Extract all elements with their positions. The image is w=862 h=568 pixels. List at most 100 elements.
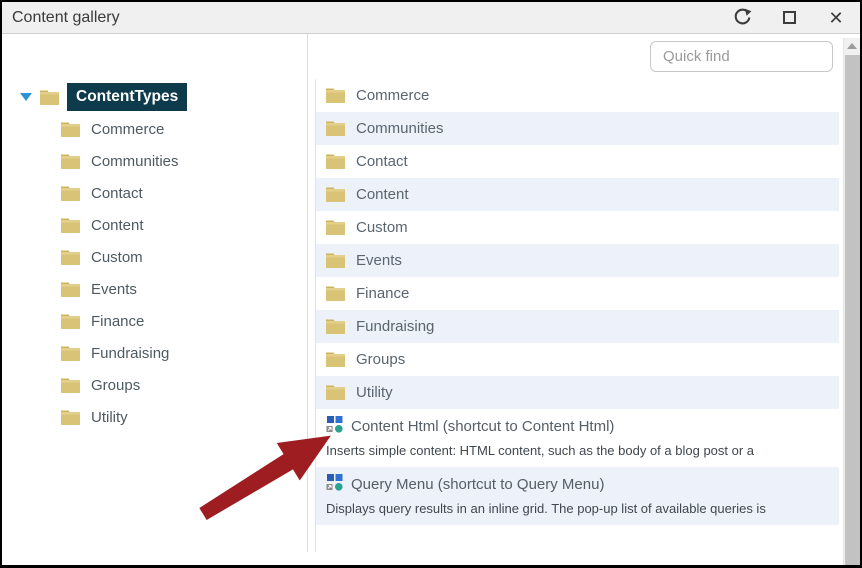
folder-icon xyxy=(61,378,80,393)
list-row-folder[interactable]: Utility xyxy=(316,376,839,409)
folder-icon-slot xyxy=(61,122,80,137)
tree-item[interactable]: Communities xyxy=(61,145,307,177)
list-row-label: Contact xyxy=(356,153,408,170)
folder-icon xyxy=(61,314,80,329)
folder-icon xyxy=(326,220,345,235)
tree-item[interactable]: Custom xyxy=(61,241,307,273)
folder-icon-slot xyxy=(61,410,80,425)
list-row-label: Fundraising xyxy=(356,318,434,335)
folder-icon-slot xyxy=(61,346,80,361)
component-description: Displays query results in an inline grid… xyxy=(326,501,829,516)
list-folder-rows: Commerce Communities Contact Content Cus… xyxy=(316,79,839,409)
close-icon: ✕ xyxy=(828,9,843,27)
tree-item[interactable]: Content xyxy=(61,209,307,241)
list-row-label: Utility xyxy=(356,384,393,401)
folder-icon xyxy=(326,319,345,334)
component-shortcut-icon xyxy=(326,416,343,433)
maximize-button[interactable] xyxy=(779,8,799,28)
maximize-icon xyxy=(783,11,796,24)
tree-item[interactable]: Events xyxy=(61,273,307,305)
component-icon-slot xyxy=(326,474,343,495)
scroll-up-button[interactable] xyxy=(844,38,860,54)
tree-root-label: ContentTypes xyxy=(67,83,187,111)
list-row-folder[interactable]: Content xyxy=(316,178,839,211)
folder-icon xyxy=(61,410,80,425)
folder-icon-slot xyxy=(61,218,80,233)
titlebar-buttons: ✕ xyxy=(732,8,846,28)
folder-icon-slot xyxy=(326,286,345,301)
component-icon-slot xyxy=(326,416,343,437)
tree-item-label: Contact xyxy=(91,185,143,202)
folder-icon xyxy=(40,90,59,105)
folder-icon-slot xyxy=(40,90,59,105)
folder-icon-slot xyxy=(326,121,345,136)
component-title-row: Content Html (shortcut to Content Html) xyxy=(326,416,829,437)
window-title: Content gallery xyxy=(12,9,120,27)
scroll-up-icon xyxy=(847,43,857,49)
folder-icon xyxy=(326,286,345,301)
tree-item[interactable]: Contact xyxy=(61,177,307,209)
component-shortcut-icon xyxy=(326,474,343,491)
list-row-folder[interactable]: Commerce xyxy=(316,79,839,112)
component-item-content-html[interactable]: Content Html (shortcut to Content Html) … xyxy=(316,409,839,467)
list-row-label: Groups xyxy=(356,351,405,368)
list-row-folder[interactable]: Contact xyxy=(316,145,839,178)
tree-item[interactable]: Finance xyxy=(61,305,307,337)
component-title-row: Query Menu (shortcut to Query Menu) xyxy=(326,474,829,495)
folder-icon-slot xyxy=(326,253,345,268)
titlebar: Content gallery ✕ xyxy=(2,2,860,34)
folder-icon xyxy=(326,88,345,103)
list-row-label: Custom xyxy=(356,219,408,236)
folder-icon-slot xyxy=(326,154,345,169)
tree-item[interactable]: Commerce xyxy=(61,113,307,145)
folder-icon xyxy=(61,250,80,265)
list-row-label: Events xyxy=(356,252,402,269)
tree-root-item[interactable]: ContentTypes xyxy=(20,81,307,113)
list-row-label: Content xyxy=(356,186,409,203)
refresh-button[interactable] xyxy=(732,8,752,28)
folder-icon xyxy=(61,154,80,169)
folder-icon-slot xyxy=(326,352,345,367)
tree-item-label: Commerce xyxy=(91,121,164,138)
folder-icon-slot xyxy=(61,282,80,297)
list-row-label: Communities xyxy=(356,120,444,137)
folder-icon-slot xyxy=(326,88,345,103)
vertical-scrollbar[interactable] xyxy=(843,38,860,565)
quick-find-input[interactable] xyxy=(650,41,833,72)
folder-icon xyxy=(61,218,80,233)
folder-icon xyxy=(326,187,345,202)
tree-item[interactable]: Utility xyxy=(61,401,307,433)
dialog-content: ContentTypes Commerce Communities Contac… xyxy=(2,34,860,565)
folder-icon-slot xyxy=(326,220,345,235)
list-row-folder[interactable]: Communities xyxy=(316,112,839,145)
scrollbar-thumb[interactable] xyxy=(845,55,860,565)
folder-icon-slot xyxy=(61,250,80,265)
tree-item-label: Content xyxy=(91,217,144,234)
tree-item[interactable]: Fundraising xyxy=(61,337,307,369)
list-row-folder[interactable]: Finance xyxy=(316,277,839,310)
component-item-query-menu[interactable]: Query Menu (shortcut to Query Menu) Disp… xyxy=(316,467,839,525)
folder-icon xyxy=(326,385,345,400)
list-row-label: Commerce xyxy=(356,87,429,104)
folder-icon-slot xyxy=(61,314,80,329)
component-title: Query Menu (shortcut to Query Menu) xyxy=(351,476,604,493)
tree-item[interactable]: Groups xyxy=(61,369,307,401)
content-gallery-dialog: Content gallery ✕ xyxy=(0,0,862,568)
folder-icon-slot xyxy=(326,385,345,400)
list-panel: Commerce Communities Contact Content Cus… xyxy=(315,79,839,552)
list-row-folder[interactable]: Events xyxy=(316,244,839,277)
folder-icon xyxy=(326,253,345,268)
component-description: Inserts simple content: HTML content, su… xyxy=(326,443,829,458)
folder-icon-slot xyxy=(61,378,80,393)
folder-icon-slot xyxy=(326,187,345,202)
list-row-folder[interactable]: Groups xyxy=(316,343,839,376)
close-button[interactable]: ✕ xyxy=(826,8,846,28)
folder-icon-slot xyxy=(61,154,80,169)
expand-triangle-icon[interactable] xyxy=(20,93,32,101)
list-row-folder[interactable]: Custom xyxy=(316,211,839,244)
folder-icon-slot xyxy=(326,319,345,334)
folder-icon xyxy=(326,352,345,367)
folder-icon xyxy=(326,121,345,136)
list-row-folder[interactable]: Fundraising xyxy=(316,310,839,343)
tree-item-label: Events xyxy=(91,281,137,298)
